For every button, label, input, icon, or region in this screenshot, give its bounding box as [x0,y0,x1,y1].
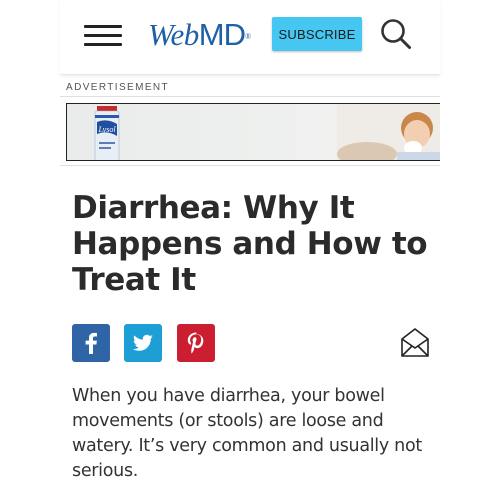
webmd-logo[interactable]: WebMD® [148,18,251,52]
logo-registered-mark: ® [244,32,251,41]
logo-web-text: Web [148,17,199,52]
spray-can-image: Lysol [94,106,120,160]
twitter-icon [132,334,153,351]
twitter-share-button[interactable] [124,324,162,362]
search-icon[interactable] [380,18,412,50]
email-envelope-icon [401,328,429,357]
site-header: WebMD® SUBSCRIBE [60,0,440,75]
logo-md-text: MD [198,17,246,52]
facebook-share-button[interactable] [72,324,110,362]
menu-bar [84,43,122,46]
menu-bar [84,25,122,28]
article-title: Diarrhea: Why It Happens and How to Trea… [72,190,428,298]
subscribe-button[interactable]: SUBSCRIBE [272,17,362,51]
advertisement-label: ADVERTISEMENT [66,82,170,93]
search-icon-graphic [381,19,411,49]
ad-brand-text: Lysol [97,125,116,134]
pinterest-icon [187,332,204,354]
article-intro-paragraph: When you have diarrhea, your bowel movem… [72,386,422,481]
child-photo-image [337,104,440,160]
ad-banner[interactable]: Lysol [66,103,440,161]
hamburger-menu-icon[interactable] [84,25,122,47]
email-share-button[interactable] [400,326,430,358]
facebook-icon [85,332,97,354]
menu-bar [84,34,122,37]
pinterest-share-button[interactable] [177,324,215,362]
